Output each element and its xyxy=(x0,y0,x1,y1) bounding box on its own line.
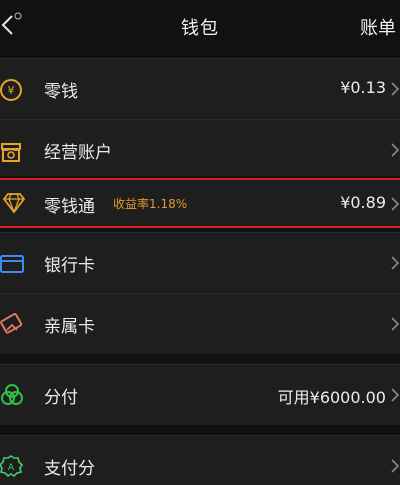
item-label: 银行卡 xyxy=(44,256,95,276)
change-balance: ¥0.13 xyxy=(340,78,386,97)
fenfu-available-credit: 可用¥6000.00 xyxy=(277,388,386,407)
wallet-item-bank-card[interactable]: 银行卡 xyxy=(0,232,400,293)
diamond-icon xyxy=(2,193,26,214)
item-label: 零钱 xyxy=(44,82,78,102)
chevron-right-icon xyxy=(391,82,400,96)
chevron-right-icon xyxy=(391,197,400,211)
svg-text:A: A xyxy=(8,463,15,473)
wallet-item-payment-score[interactable]: A 支付分 xyxy=(0,435,400,485)
chevron-right-icon xyxy=(391,388,400,402)
wallet-header: 钱包 账单 xyxy=(0,0,400,52)
wallet-item-fenfu[interactable]: 分付 可用¥6000.00 xyxy=(0,364,400,425)
bank-card-icon xyxy=(0,255,24,273)
lingqiantong-balance: ¥0.89 xyxy=(340,193,386,212)
payment-score-icon: A xyxy=(0,455,24,478)
wallet-item-lingqiantong[interactable]: 零钱通 收益率1.18% ¥0.89 xyxy=(0,178,400,228)
chevron-right-icon xyxy=(391,256,400,270)
item-label: 分付 xyxy=(44,388,78,408)
page-title: 钱包 xyxy=(181,18,219,39)
section-gap xyxy=(0,425,400,435)
yuan-coin-icon: ¥ xyxy=(0,79,22,101)
chevron-right-icon xyxy=(391,459,400,473)
item-label: 亲属卡 xyxy=(44,317,95,337)
chevron-right-icon xyxy=(391,317,400,331)
wallet-item-business-account[interactable]: 经营账户 xyxy=(0,119,400,180)
store-icon xyxy=(0,143,21,162)
wallet-item-family-card[interactable]: 亲属卡 xyxy=(0,293,400,354)
fenfu-icon xyxy=(1,384,23,405)
item-label: 经营账户 xyxy=(44,143,112,163)
yield-rate-badge: 收益率1.18% xyxy=(113,197,188,211)
item-label: 零钱通 xyxy=(44,197,95,217)
wallet-item-change[interactable]: ¥ 零钱 ¥0.13 xyxy=(0,58,400,119)
chevron-right-icon xyxy=(391,143,400,157)
family-card-icon xyxy=(0,312,23,334)
item-label: 支付分 xyxy=(44,459,95,479)
svg-text:¥: ¥ xyxy=(8,84,15,97)
bill-button[interactable]: 账单 xyxy=(360,14,400,40)
